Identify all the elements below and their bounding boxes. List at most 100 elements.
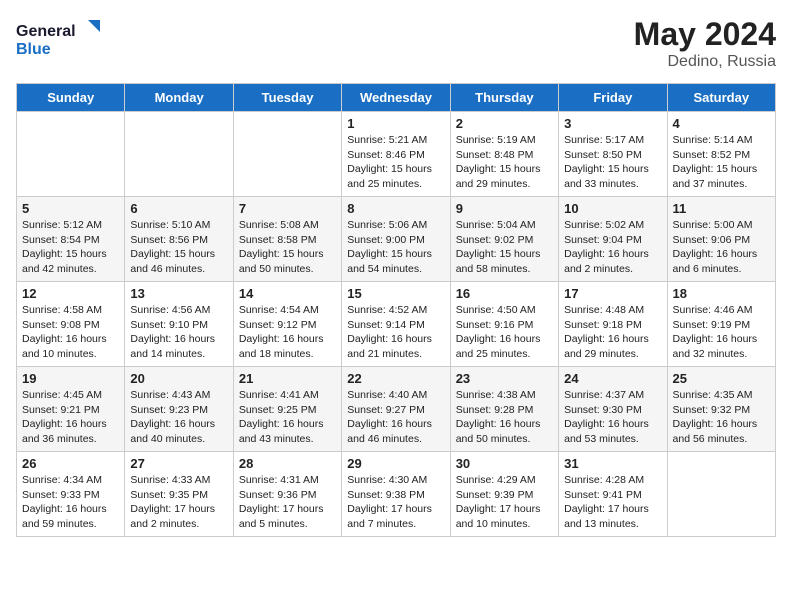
weekday-header-row: SundayMondayTuesdayWednesdayThursdayFrid… [17, 84, 776, 112]
calendar-cell [667, 452, 775, 537]
calendar-cell: 15 Sunrise: 4:52 AM Sunset: 9:14 PM Dayli… [342, 282, 450, 367]
day-number: 11 [673, 201, 770, 216]
day-info: Sunrise: 5:08 AM Sunset: 8:58 PM Dayligh… [239, 218, 336, 277]
calendar-cell: 30 Sunrise: 4:29 AM Sunset: 9:39 PM Dayli… [450, 452, 558, 537]
day-info: Sunrise: 4:28 AM Sunset: 9:41 PM Dayligh… [564, 473, 661, 532]
day-info: Sunrise: 5:21 AM Sunset: 8:46 PM Dayligh… [347, 133, 444, 192]
day-info: Sunrise: 5:14 AM Sunset: 8:52 PM Dayligh… [673, 133, 770, 192]
day-number: 21 [239, 371, 336, 386]
day-number: 30 [456, 456, 553, 471]
calendar-cell: 12 Sunrise: 4:58 AM Sunset: 9:08 PM Dayli… [17, 282, 125, 367]
calendar-cell: 23 Sunrise: 4:38 AM Sunset: 9:28 PM Dayli… [450, 367, 558, 452]
day-info: Sunrise: 5:19 AM Sunset: 8:48 PM Dayligh… [456, 133, 553, 192]
day-info: Sunrise: 5:04 AM Sunset: 9:02 PM Dayligh… [456, 218, 553, 277]
day-number: 27 [130, 456, 227, 471]
calendar-cell: 26Sunrise: 4:34 AM Sunset: 9:33 PM Dayli… [17, 452, 125, 537]
day-info: Sunrise: 4:29 AM Sunset: 9:39 PM Dayligh… [456, 473, 553, 532]
week-row-3: 12 Sunrise: 4:58 AM Sunset: 9:08 PM Dayli… [17, 282, 776, 367]
day-info: Sunrise: 4:43 AM Sunset: 9:23 PM Dayligh… [130, 388, 227, 447]
calendar-cell: 28Sunrise: 4:31 AM Sunset: 9:36 PM Dayli… [233, 452, 341, 537]
day-number: 31 [564, 456, 661, 471]
calendar-cell: 11 Sunrise: 5:00 AM Sunset: 9:06 PM Dayli… [667, 197, 775, 282]
day-number: 22 [347, 371, 444, 386]
day-info: Sunrise: 4:34 AM Sunset: 9:33 PM Dayligh… [22, 473, 119, 532]
calendar-cell: 29 Sunrise: 4:30 AM Sunset: 9:38 PM Dayli… [342, 452, 450, 537]
day-number: 5 [22, 201, 119, 216]
logo-svg: General Blue [16, 16, 106, 60]
calendar-cell: 8 Sunrise: 5:06 AM Sunset: 9:00 PM Daylig… [342, 197, 450, 282]
day-info: Sunrise: 4:37 AM Sunset: 9:30 PM Dayligh… [564, 388, 661, 447]
day-number: 7 [239, 201, 336, 216]
day-number: 4 [673, 116, 770, 131]
calendar-table: SundayMondayTuesdayWednesdayThursdayFrid… [16, 83, 776, 537]
calendar-cell: 17Sunrise: 4:48 AM Sunset: 9:18 PM Dayli… [559, 282, 667, 367]
day-number: 10 [564, 201, 661, 216]
day-number: 13 [130, 286, 227, 301]
weekday-header-tuesday: Tuesday [233, 84, 341, 112]
day-number: 8 [347, 201, 444, 216]
day-info: Sunrise: 4:56 AM Sunset: 9:10 PM Dayligh… [130, 303, 227, 362]
weekday-header-sunday: Sunday [17, 84, 125, 112]
calendar-cell: 9Sunrise: 5:04 AM Sunset: 9:02 PM Daylig… [450, 197, 558, 282]
day-number: 12 [22, 286, 119, 301]
day-number: 16 [456, 286, 553, 301]
location: Dedino, Russia [634, 53, 776, 71]
day-info: Sunrise: 4:52 AM Sunset: 9:14 PM Dayligh… [347, 303, 444, 362]
day-info: Sunrise: 4:58 AM Sunset: 9:08 PM Dayligh… [22, 303, 119, 362]
week-row-2: 5 Sunrise: 5:12 AM Sunset: 8:54 PM Daylig… [17, 197, 776, 282]
day-info: Sunrise: 4:48 AM Sunset: 9:18 PM Dayligh… [564, 303, 661, 362]
day-number: 24 [564, 371, 661, 386]
day-info: Sunrise: 4:30 AM Sunset: 9:38 PM Dayligh… [347, 473, 444, 532]
calendar-cell: 22Sunrise: 4:40 AM Sunset: 9:27 PM Dayli… [342, 367, 450, 452]
day-info: Sunrise: 4:45 AM Sunset: 9:21 PM Dayligh… [22, 388, 119, 447]
calendar-cell: 20Sunrise: 4:43 AM Sunset: 9:23 PM Dayli… [125, 367, 233, 452]
day-info: Sunrise: 5:06 AM Sunset: 9:00 PM Dayligh… [347, 218, 444, 277]
calendar-cell: 1 Sunrise: 5:21 AM Sunset: 8:46 PM Daylig… [342, 112, 450, 197]
week-row-4: 19 Sunrise: 4:45 AM Sunset: 9:21 PM Dayli… [17, 367, 776, 452]
header: General Blue May 2024 Dedino, Russia [16, 16, 776, 71]
day-number: 28 [239, 456, 336, 471]
weekday-header-wednesday: Wednesday [342, 84, 450, 112]
day-number: 29 [347, 456, 444, 471]
day-number: 15 [347, 286, 444, 301]
day-number: 18 [673, 286, 770, 301]
week-row-1: 1 Sunrise: 5:21 AM Sunset: 8:46 PM Daylig… [17, 112, 776, 197]
day-number: 1 [347, 116, 444, 131]
day-number: 19 [22, 371, 119, 386]
calendar-cell: 13 Sunrise: 4:56 AM Sunset: 9:10 PM Dayli… [125, 282, 233, 367]
calendar-cell: 19 Sunrise: 4:45 AM Sunset: 9:21 PM Dayli… [17, 367, 125, 452]
day-number: 23 [456, 371, 553, 386]
day-number: 3 [564, 116, 661, 131]
day-info: Sunrise: 4:50 AM Sunset: 9:16 PM Dayligh… [456, 303, 553, 362]
day-number: 25 [673, 371, 770, 386]
day-number: 2 [456, 116, 553, 131]
day-info: Sunrise: 4:35 AM Sunset: 9:32 PM Dayligh… [673, 388, 770, 447]
calendar-cell: 7 Sunrise: 5:08 AM Sunset: 8:58 PM Daylig… [233, 197, 341, 282]
day-info: Sunrise: 5:00 AM Sunset: 9:06 PM Dayligh… [673, 218, 770, 277]
weekday-header-friday: Friday [559, 84, 667, 112]
weekday-header-thursday: Thursday [450, 84, 558, 112]
calendar-cell [233, 112, 341, 197]
day-info: Sunrise: 4:33 AM Sunset: 9:35 PM Dayligh… [130, 473, 227, 532]
calendar-cell: 18 Sunrise: 4:46 AM Sunset: 9:19 PM Dayli… [667, 282, 775, 367]
calendar-cell: 24 Sunrise: 4:37 AM Sunset: 9:30 PM Dayli… [559, 367, 667, 452]
svg-text:General: General [16, 23, 76, 40]
page: General Blue May 2024 Dedino, Russia Sun… [0, 0, 792, 553]
day-info: Sunrise: 5:17 AM Sunset: 8:50 PM Dayligh… [564, 133, 661, 192]
day-info: Sunrise: 5:12 AM Sunset: 8:54 PM Dayligh… [22, 218, 119, 277]
day-info: Sunrise: 4:38 AM Sunset: 9:28 PM Dayligh… [456, 388, 553, 447]
day-info: Sunrise: 5:10 AM Sunset: 8:56 PM Dayligh… [130, 218, 227, 277]
calendar-cell: 14 Sunrise: 4:54 AM Sunset: 9:12 PM Dayli… [233, 282, 341, 367]
week-row-5: 26Sunrise: 4:34 AM Sunset: 9:33 PM Dayli… [17, 452, 776, 537]
calendar-cell: 5 Sunrise: 5:12 AM Sunset: 8:54 PM Daylig… [17, 197, 125, 282]
day-number: 6 [130, 201, 227, 216]
calendar-cell: 6 Sunrise: 5:10 AM Sunset: 8:56 PM Daylig… [125, 197, 233, 282]
calendar-cell: 21Sunrise: 4:41 AM Sunset: 9:25 PM Dayli… [233, 367, 341, 452]
day-info: Sunrise: 4:54 AM Sunset: 9:12 PM Dayligh… [239, 303, 336, 362]
day-number: 14 [239, 286, 336, 301]
weekday-header-saturday: Saturday [667, 84, 775, 112]
calendar-cell: 4 Sunrise: 5:14 AM Sunset: 8:52 PM Daylig… [667, 112, 775, 197]
day-info: Sunrise: 4:46 AM Sunset: 9:19 PM Dayligh… [673, 303, 770, 362]
calendar-cell: 25 Sunrise: 4:35 AM Sunset: 9:32 PM Dayli… [667, 367, 775, 452]
calendar-cell: 10Sunrise: 5:02 AM Sunset: 9:04 PM Dayli… [559, 197, 667, 282]
